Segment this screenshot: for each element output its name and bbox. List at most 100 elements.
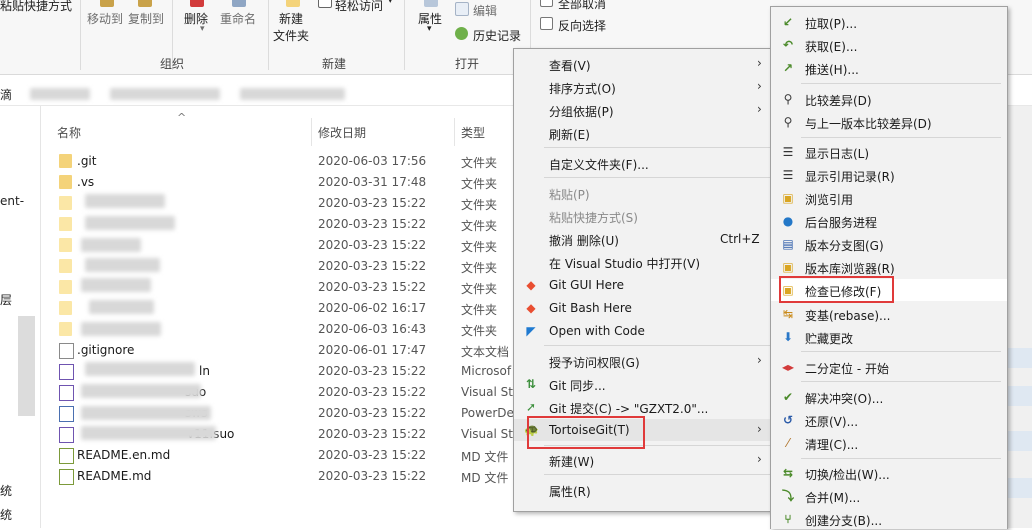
submenu-item-repo-browser[interactable]: ▣ 版本库浏览器(R) [771, 256, 1007, 278]
column-header-type[interactable]: 类型 [461, 124, 485, 141]
rename-button[interactable]: 重命名 [220, 10, 256, 27]
submenu-item-revert[interactable]: ↺ 还原(V)... [771, 409, 1007, 431]
submenu-item-rebase[interactable]: ↹ 变基(rebase)... [771, 303, 1007, 325]
menu-item-customize-folder[interactable]: 自定义文件夹(F)... [514, 152, 776, 174]
column-divider[interactable] [454, 118, 455, 146]
invert-selection-button[interactable]: 反向选择 [558, 17, 606, 34]
menu-item-label: 撤消 删除(U) [549, 234, 619, 248]
menu-item-sort-by[interactable]: 排序方式(O) › [514, 76, 776, 98]
move-to-button[interactable]: 移动到 [87, 10, 123, 27]
redacted-name [81, 322, 161, 336]
submenu-item-show-reflog[interactable]: ☰ 显示引用记录(R) [771, 164, 1007, 186]
copy-to-button[interactable]: 复制到 [128, 10, 164, 27]
redacted-name [85, 362, 195, 376]
menu-item-label: 粘贴快捷方式(S) [549, 211, 638, 225]
submenu-item-stash[interactable]: ⬇ 贮藏更改 [771, 326, 1007, 348]
new-folder-button-line1[interactable]: 新建 [279, 10, 303, 27]
redacted-name [81, 278, 151, 292]
menu-item-git-commit[interactable]: ➚ Git 提交(C) -> "GZXT2.0"... [514, 396, 776, 418]
menu-item-new[interactable]: 新建(W) › [514, 449, 776, 471]
nav-item-fragment[interactable]: 统 [0, 482, 12, 499]
table-row[interactable]: .vs 2020-03-31 17:48 文件夹 [41, 172, 521, 193]
nav-scrollbar[interactable] [18, 316, 35, 416]
history-icon [455, 27, 468, 40]
table-row[interactable]: .gitignore 2020-06-01 17:47 文本文档 [41, 340, 521, 361]
new-folder-button-line2[interactable]: 文件夹 [273, 27, 309, 44]
menu-item-label: Open with Code [549, 324, 645, 338]
repo-browser-icon: ▣ [782, 260, 794, 274]
edit-button[interactable]: 编辑 [473, 2, 497, 19]
file-type: 文件夹 [461, 177, 498, 191]
chevron-down-icon[interactable]: ▾ [427, 24, 432, 34]
submenu-item-show-log[interactable]: ☰ 显示日志(L) [771, 141, 1007, 163]
menu-item-label: 比较差异(D) [805, 94, 872, 108]
nav-item-fragment[interactable]: 层 [0, 291, 12, 308]
menu-item-label: Git Bash Here [549, 301, 632, 315]
menu-item-git-gui[interactable]: ◆ Git GUI Here [514, 274, 776, 296]
solution-file-icon [59, 364, 74, 380]
column-header-date[interactable]: 修改日期 [318, 124, 366, 141]
submenu-item-fetch[interactable]: ↶ 获取(E)... [771, 34, 1007, 56]
menu-item-refresh[interactable]: 刷新(E) [514, 122, 776, 144]
ribbon-separator [404, 0, 405, 70]
chevron-down-icon[interactable]: ▾ [388, 0, 393, 6]
menu-item-undo-delete[interactable]: 撤消 删除(U) Ctrl+Z [514, 228, 776, 250]
submenu-item-check-modifications[interactable]: ▣ 检查已修改(F) [771, 279, 1007, 301]
column-header-name[interactable]: 名称 [57, 124, 81, 141]
submenu-item-create-branch[interactable]: ⑂ 创建分支(B)... [771, 508, 1007, 530]
file-type: 文件夹 [461, 219, 498, 233]
menu-item-properties[interactable]: 属性(R) [514, 479, 776, 501]
submenu-item-daemon[interactable]: ● 后台服务进程 [771, 210, 1007, 232]
submenu-item-bisect[interactable]: ◂▸ 二分定位 - 开始 [771, 356, 1007, 378]
submenu-item-revision-graph[interactable]: ▤ 版本分支图(G) [771, 233, 1007, 255]
menu-item-open-with-code[interactable]: ◤ Open with Code [514, 320, 776, 342]
invert-selection-icon [540, 17, 553, 30]
menu-item-paste[interactable]: 粘贴(P) [514, 182, 776, 204]
menu-item-label: 后台服务进程 [805, 216, 878, 230]
menu-item-git-bash[interactable]: ◆ Git Bash Here [514, 297, 776, 319]
file-date: 2020-03-23 15:22 [318, 196, 427, 210]
menu-item-grant-access[interactable]: 授予访问权限(G) › [514, 350, 776, 372]
easy-access-button[interactable]: 轻松访问 [335, 0, 383, 14]
menu-item-label: 拉取(P)... [805, 17, 858, 31]
column-divider[interactable] [311, 118, 312, 146]
table-row[interactable]: .git 2020-06-03 17:56 文件夹 [41, 151, 521, 172]
file-date: 2020-03-23 15:22 [318, 406, 427, 420]
menu-item-label: 显示引用记录(R) [805, 170, 895, 184]
file-type: 文件夹 [461, 198, 498, 212]
menu-item-label: 刷新(E) [549, 128, 590, 142]
nav-item-fragment[interactable]: ent- [0, 194, 24, 208]
submenu-item-diff-previous[interactable]: ⚲ 与上一版本比较差异(D) [771, 111, 1007, 133]
paste-shortcut-button[interactable]: 粘贴快捷方式 [0, 0, 72, 14]
redacted-name [89, 300, 154, 314]
submenu-item-switch[interactable]: ⇆ 切换/检出(W)... [771, 462, 1007, 484]
chevron-down-icon[interactable]: ▾ [200, 24, 205, 34]
history-button[interactable]: 历史记录 [473, 27, 521, 44]
submenu-item-push[interactable]: ↗ 推送(H)... [771, 57, 1007, 79]
pull-icon: ↙ [782, 15, 794, 29]
menu-item-label: 版本分支图(G) [805, 239, 884, 253]
file-list[interactable]: ^ 名称 修改日期 类型 .git 2020-06-03 17:56 文件夹 .vs 2… [41, 106, 521, 528]
submenu-item-resolve[interactable]: ✔ 解决冲突(O)... [771, 386, 1007, 408]
background-window [1006, 106, 1032, 528]
file-date: 2020-03-23 15:22 [318, 259, 427, 273]
submenu-item-pull[interactable]: ↙ 拉取(P)... [771, 11, 1007, 33]
menu-item-view[interactable]: 查看(V) › [514, 53, 776, 75]
magnifier-icon: ⚲ [783, 115, 793, 129]
submenu-item-browse-refs[interactable]: ▣ 浏览引用 [771, 187, 1007, 209]
group-label-new: 新建 [322, 57, 347, 71]
table-row[interactable]: README.en.md 2020-03-23 15:22 MD 文件 [41, 445, 521, 466]
select-none-button[interactable]: 全部取消 [558, 0, 606, 12]
submenu-item-cleanup[interactable]: ⁄ 清理(C)... [771, 432, 1007, 454]
navigation-pane[interactable]: ent- 层 统 统 [0, 106, 41, 528]
table-row[interactable]: README.md 2020-03-23 15:22 MD 文件 [41, 466, 521, 487]
menu-item-git-sync[interactable]: ⇅ Git 同步... [514, 373, 776, 395]
submenu-item-merge[interactable]: ⤵ 合并(M)... [771, 485, 1007, 507]
menu-item-tortoisegit[interactable]: 🐢 TortoiseGit(T) › [514, 419, 776, 441]
submenu-item-diff[interactable]: ⚲ 比较差异(D) [771, 88, 1007, 110]
powerdesigner-file-icon [59, 406, 74, 422]
nav-item-fragment[interactable]: 统 [0, 506, 12, 523]
menu-item-open-in-visual-studio[interactable]: 在 Visual Studio 中打开(V) [514, 251, 776, 273]
menu-item-group-by[interactable]: 分组依据(P) › [514, 99, 776, 121]
menu-item-paste-shortcut[interactable]: 粘贴快捷方式(S) [514, 205, 776, 227]
